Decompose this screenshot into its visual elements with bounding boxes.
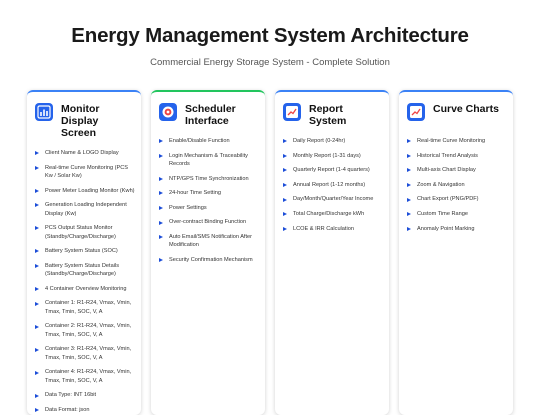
trend-chart-icon	[283, 103, 301, 121]
list-item: Container 4: R1-R24, Vmax, Vmin, Tmax, T…	[35, 368, 135, 385]
card-scheduler-interface: Scheduler Interface Enable/Disable Funct…	[151, 90, 265, 415]
list-item: Anomaly Point Marking	[407, 225, 507, 233]
card-header: Scheduler Interface	[151, 92, 265, 127]
list-item: Daily Report (0-24hr)	[283, 137, 383, 145]
list-item: Real-time Curve Monitoring (PCS Kw / Sol…	[35, 164, 135, 181]
card-curve-charts: Curve Charts Real-time Curve Monitoring …	[399, 90, 513, 415]
list-item: Client Name & LOGO Display	[35, 149, 135, 157]
list-item: Power Settings	[159, 204, 259, 212]
list-item: Enable/Disable Function	[159, 137, 259, 145]
list-item: 4 Container Overview Monitoring	[35, 285, 135, 293]
card-report-system: Report System Daily Report (0-24hr) Mont…	[275, 90, 389, 415]
feature-list: Client Name & LOGO Display Real-time Cur…	[27, 149, 141, 414]
list-item: Total Charge/Discharge kWh	[283, 210, 383, 218]
feature-list: Daily Report (0-24hr) Monthly Report (1-…	[275, 137, 389, 233]
architecture-page: Energy Management System Architecture Co…	[0, 0, 540, 415]
list-item: Data Type: INT 16bit	[35, 391, 135, 399]
list-item: Chart Export (PNG/PDF)	[407, 195, 507, 203]
list-item: Login Mechanism & Traceability Records	[159, 152, 259, 169]
list-item: Power Meter Loading Monitor (Kwh)	[35, 187, 135, 195]
list-item: Over-contract Binding Function	[159, 218, 259, 226]
list-item: Day/Month/Quarter/Year Income	[283, 195, 383, 203]
list-item: Battery System Status (SOC)	[35, 247, 135, 255]
card-header: Report System	[275, 92, 389, 127]
target-icon	[159, 103, 177, 121]
list-item: NTP/GPS Time Synchronization	[159, 175, 259, 183]
page-subtitle: Commercial Energy Storage System - Compl…	[150, 57, 390, 68]
page-title: Energy Management System Architecture	[71, 24, 469, 47]
list-item: Zoom & Navigation	[407, 181, 507, 189]
list-item: Container 3: R1-R24, Vmax, Vmin, Tmax, T…	[35, 345, 135, 362]
list-item: LCOE & IRR Calculation	[283, 225, 383, 233]
list-item: Auto Email/SMS Notification After Modifi…	[159, 233, 259, 250]
list-item: 24-hour Time Setting	[159, 189, 259, 197]
trend-chart-icon	[407, 103, 425, 121]
list-item: Custom Time Range	[407, 210, 507, 218]
card-header: Monitor Display Screen	[27, 92, 141, 139]
list-item: Monthly Report (1-31 days)	[283, 152, 383, 160]
list-item: Data Format: json	[35, 406, 135, 414]
list-item: Security Confirmation Mechanism	[159, 256, 259, 264]
card-title: Curve Charts	[433, 103, 499, 115]
list-item: Multi-axis Chart Display	[407, 166, 507, 174]
list-item: Annual Report (1-12 months)	[283, 181, 383, 189]
card-title: Scheduler Interface	[185, 103, 236, 127]
list-item: Battery System Status Details (Standby/C…	[35, 262, 135, 279]
feature-list: Enable/Disable Function Login Mechanism …	[151, 137, 265, 264]
monitor-chart-icon	[35, 103, 53, 121]
list-item: Container 2: R1-R24, Vmax, Vmin, Tmax, T…	[35, 322, 135, 339]
card-header: Curve Charts	[399, 92, 513, 127]
list-item: Real-time Curve Monitoring	[407, 137, 507, 145]
feature-list: Real-time Curve Monitoring Historical Tr…	[399, 137, 513, 233]
list-item: Historical Trend Analysis	[407, 152, 507, 160]
list-item: Container 1: R1-R24, Vmax, Vmin, Tmax, T…	[35, 299, 135, 316]
list-item: Generation Loading Independent Display (…	[35, 201, 135, 218]
list-item: Quarterly Report (1-4 quarters)	[283, 166, 383, 174]
card-title: Monitor Display Screen	[61, 103, 100, 139]
card-title: Report System	[309, 103, 347, 127]
card-monitor-display: Monitor Display Screen Client Name & LOG…	[27, 90, 141, 415]
list-item: PCS Output Status Monitor (Standby/Charg…	[35, 224, 135, 241]
